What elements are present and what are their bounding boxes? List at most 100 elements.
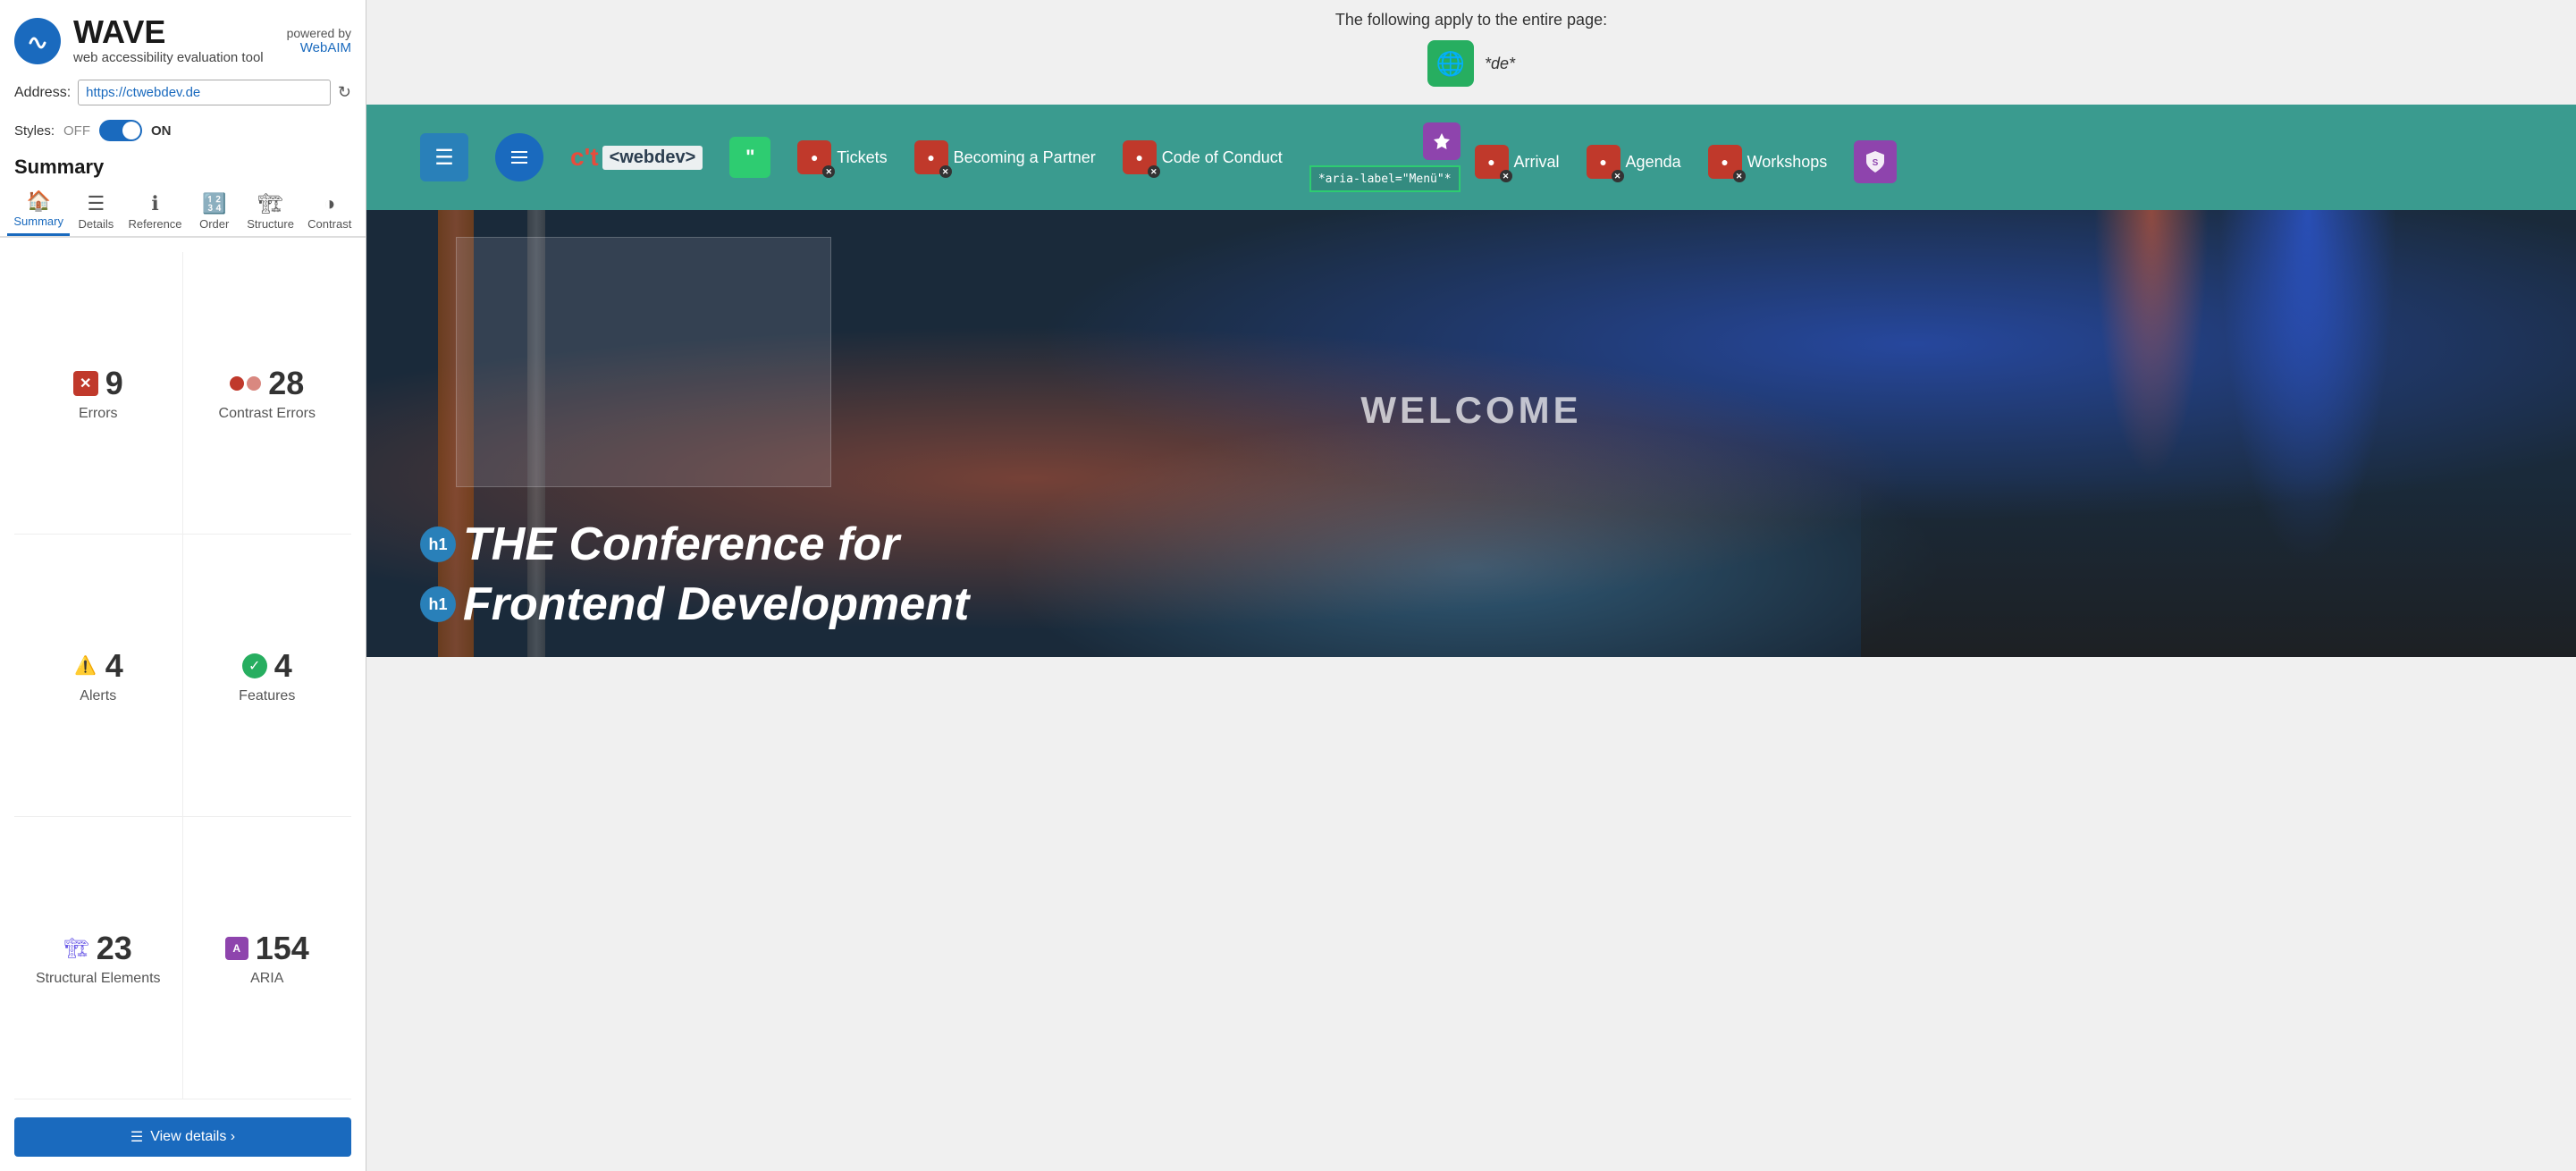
alert-icon: ⚠️ (73, 653, 98, 678)
conduct-label: Code of Conduct (1162, 148, 1283, 167)
aria-icon: A (225, 937, 248, 960)
address-label: Address: (14, 85, 71, 101)
nav-row-2: ● ✕ Arrival ● ✕ Agenda ● ✕ Workshops (1475, 140, 1898, 183)
hero-people-shadow (1861, 478, 2576, 657)
styles-toggle[interactable] (99, 120, 142, 141)
webAIM-link[interactable]: WebAIM (300, 40, 351, 55)
structural-count-row: 🏗 23 (64, 930, 132, 967)
summary-grid: ✕ 9 Errors 28 Contrast Errors ⚠️ 4 Alert… (0, 238, 366, 1099)
h1-badge-2: h1 (420, 586, 456, 622)
nav-item-code-of-conduct[interactable]: ● ✕ Code of Conduct (1123, 140, 1283, 174)
workshops-label: Workshops (1747, 153, 1828, 172)
quote-icon: " (729, 137, 770, 178)
top-info-bar: The following apply to the entire page: … (366, 0, 2576, 105)
hero-title-line2: h1 Frontend Development (420, 579, 969, 630)
info-icon: ℹ (151, 192, 158, 215)
nav-item-tickets[interactable]: ● ✕ Tickets (797, 140, 887, 174)
partner-error-badge: ✕ (939, 165, 952, 178)
workshops-error-badge: ✕ (1733, 170, 1746, 182)
errors-label: Errors (79, 406, 118, 422)
powered-by-text: powered by (287, 26, 351, 40)
tab-order-label: Order (199, 217, 229, 231)
aria-label-text: *aria-label="Menü"* (1318, 173, 1452, 186)
contrast-count: 28 (268, 365, 304, 402)
nav-item-workshops[interactable]: ● ✕ Workshops (1708, 145, 1828, 179)
site-logo: c't <webdev> (570, 143, 703, 172)
features-label: Features (239, 688, 295, 704)
summary-errors-cell: ✕ 9 Errors (14, 252, 183, 535)
partner-label: Becoming a Partner (954, 148, 1096, 167)
svg-text:S: S (1873, 158, 1879, 168)
summary-heading: Summary (0, 150, 366, 182)
contrast-icon: ◑ (324, 192, 335, 215)
shield-icon: S (1854, 140, 1897, 183)
nav-list-icon-1: ☰ (420, 133, 468, 181)
conduct-error-icon: ● ✕ (1123, 140, 1157, 174)
site-nav-bar: ☰ c't <webdev> " ● ✕ T (366, 105, 2576, 210)
welcome-text: WELCOME (1360, 389, 1581, 432)
hero-content: h1 THE Conference for h1 Frontend Develo… (366, 484, 1005, 657)
home-icon: 🏠 (26, 190, 50, 213)
aria-count-row: A 154 (225, 930, 309, 967)
alerts-count: 4 (105, 647, 123, 685)
list-icon: ☰ (88, 192, 105, 215)
structural-label: Structural Elements (36, 971, 161, 987)
arrival-label: Arrival (1514, 153, 1560, 172)
conduct-error-badge: ✕ (1148, 165, 1160, 178)
hero-title-text-1: THE Conference for (463, 519, 899, 570)
summary-structural-cell: 🏗 23 Structural Elements (14, 817, 183, 1099)
nav-item-arrival[interactable]: ● ✕ Arrival (1475, 145, 1560, 179)
view-details-button[interactable]: ☰ View details › (14, 1117, 351, 1157)
tab-details[interactable]: ☰ Details (70, 185, 122, 236)
nav-item-agenda[interactable]: ● ✕ Agenda (1587, 145, 1681, 179)
aria-menu-icon (1423, 122, 1461, 160)
order-icon: 🔢 (202, 192, 226, 215)
contrast-icon-badge (230, 376, 261, 391)
wave-title: WAVE (73, 16, 264, 48)
view-details-icon: ☰ (130, 1128, 143, 1146)
wave-subtitle: web accessibility evaluation tool (73, 50, 264, 65)
nav-item-becoming-partner[interactable]: ● ✕ Becoming a Partner (914, 140, 1096, 174)
tab-structure[interactable]: 🏗 Structure (240, 185, 301, 236)
tab-contrast[interactable]: ◑ Contrast (300, 185, 358, 236)
aria-count: 154 (256, 930, 309, 967)
tickets-label: Tickets (837, 148, 887, 167)
h1-badge-1: h1 (420, 527, 456, 562)
toggle-knob (122, 122, 140, 139)
features-count-row: ✓ 4 (242, 647, 292, 685)
nav-row-1: ☰ c't <webdev> " ● ✕ T (420, 122, 1461, 192)
partner-error-icon: ● ✕ (914, 140, 948, 174)
left-panel: WAVE web accessibility evaluation tool p… (0, 0, 366, 1171)
tab-reference-label: Reference (129, 217, 182, 231)
tab-structure-label: Structure (247, 217, 294, 231)
nav-list-icon-2 (495, 133, 543, 181)
lang-globe-icon: 🌐 (1427, 40, 1474, 87)
alerts-count-row: ⚠️ 4 (73, 647, 123, 685)
errors-count-row: ✕ 9 (73, 365, 123, 402)
hero-title-text-2: Frontend Development (463, 579, 969, 630)
toggle-on-label: ON (151, 123, 172, 139)
tab-order[interactable]: 🔢 Order (189, 185, 240, 236)
workshops-error-icon: ● ✕ (1708, 145, 1742, 179)
summary-alerts-cell: ⚠️ 4 Alerts (14, 535, 183, 817)
arrival-error-icon: ● ✕ (1475, 145, 1509, 179)
refresh-button[interactable]: ↻ (338, 83, 351, 102)
tab-summary[interactable]: 🏠 Summary (7, 182, 70, 236)
errors-count: 9 (105, 365, 123, 402)
right-panel: The following apply to the entire page: … (366, 0, 2576, 1171)
styles-row: Styles: OFF ON (0, 113, 366, 150)
summary-contrast-cell: 28 Contrast Errors (183, 252, 352, 535)
aria-label-box: *aria-label="Menü"* (1309, 165, 1461, 192)
tab-reference[interactable]: ℹ Reference (122, 185, 188, 236)
tickets-error-icon: ● ✕ (797, 140, 831, 174)
tickets-error-badge: ✕ (822, 165, 835, 178)
error-icon: ✕ (73, 371, 98, 396)
hero-section: WELCOME h1 THE Conference for h1 Fronten… (366, 210, 2576, 657)
alerts-label: Alerts (80, 688, 116, 704)
styles-label: Styles: (14, 123, 55, 139)
structural-icon: 🏗 (64, 937, 89, 960)
structure-icon: 🏗 (258, 192, 283, 215)
tabs-bar: 🏠 Summary ☰ Details ℹ Reference 🔢 Order … (0, 182, 366, 238)
address-input[interactable] (78, 80, 331, 105)
contrast-count-row: 28 (230, 365, 304, 402)
